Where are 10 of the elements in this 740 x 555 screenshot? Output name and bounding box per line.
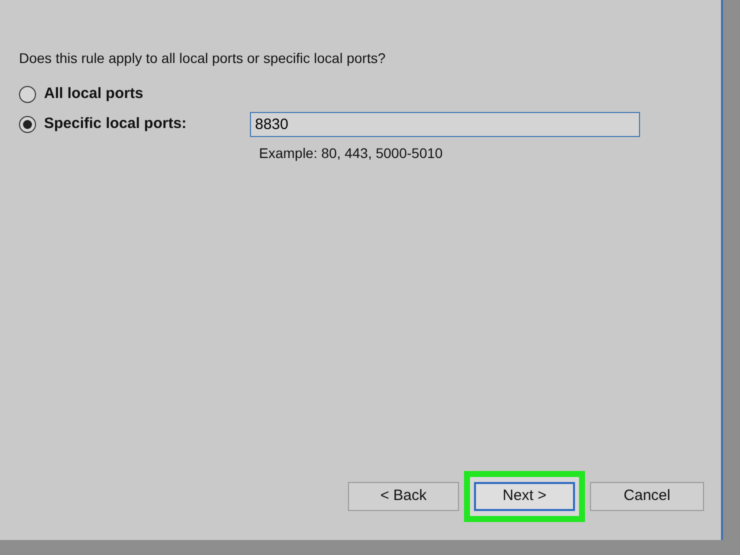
dialog-button[interactable]: Next > xyxy=(474,482,575,511)
radio-button[interactable] xyxy=(19,86,36,102)
radio-button[interactable] xyxy=(19,116,36,132)
question-text: Does this rule apply to all local ports or specific local ports? xyxy=(19,49,387,68)
example-hint: Example: 80, 443, 5000-5010 xyxy=(259,144,444,163)
dialog-button[interactable]: < Back xyxy=(348,482,459,511)
ports-input-field[interactable]: 8830 xyxy=(250,112,640,136)
radio-option[interactable]: Specific local ports: xyxy=(19,112,250,136)
dialog-button[interactable]: Cancel xyxy=(590,482,704,511)
radio-option[interactable]: All local ports xyxy=(19,82,250,106)
